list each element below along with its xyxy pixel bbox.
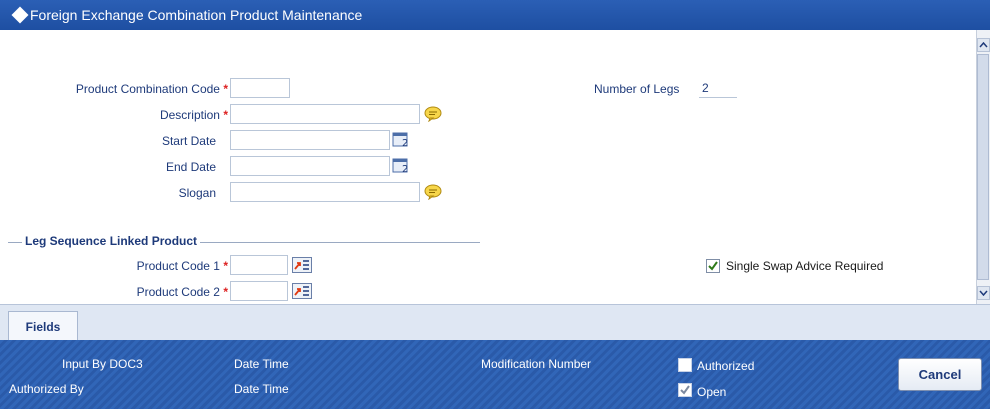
product-code-2-input[interactable] bbox=[230, 281, 288, 301]
speech-bubble-icon[interactable] bbox=[423, 183, 443, 201]
tab-strip: Fields bbox=[0, 304, 990, 341]
product-combination-code-input[interactable] bbox=[230, 78, 290, 98]
open-label: Open bbox=[697, 385, 727, 399]
diamond-icon bbox=[11, 6, 29, 24]
description-label: Description * bbox=[40, 108, 228, 122]
modification-number-label: Modification Number bbox=[481, 357, 592, 371]
scrollbar-thumb[interactable] bbox=[977, 54, 989, 280]
tab-fields[interactable]: Fields bbox=[8, 311, 78, 341]
checkmark-icon bbox=[708, 261, 718, 271]
speech-bubble-icon[interactable] bbox=[423, 105, 443, 123]
input-by-label: Input By DOC3 bbox=[62, 357, 143, 371]
authorized-label: Authorized bbox=[697, 359, 755, 373]
open-checkbox bbox=[678, 383, 692, 397]
chevron-down-icon[interactable] bbox=[977, 286, 990, 300]
calendar-icon[interactable]: 2 bbox=[391, 157, 411, 175]
svg-text:2: 2 bbox=[402, 164, 408, 174]
label-text: Description bbox=[159, 108, 220, 122]
label-text: Product Code 2 bbox=[136, 285, 220, 299]
product-code-1-label: Product Code 1 * bbox=[40, 259, 228, 273]
single-swap-advice-label: Single Swap Advice Required bbox=[726, 259, 884, 273]
product-combination-code-label: Product Combination Code * bbox=[40, 82, 228, 96]
product-code-1-input[interactable] bbox=[230, 255, 288, 275]
required-marker: * bbox=[223, 259, 228, 273]
slogan-label: Slogan bbox=[178, 186, 216, 200]
end-date-input[interactable] bbox=[230, 156, 390, 176]
window-title: Foreign Exchange Combination Product Mai… bbox=[30, 7, 363, 23]
list-of-values-icon[interactable] bbox=[292, 282, 312, 300]
cancel-button[interactable]: Cancel bbox=[898, 358, 982, 391]
number-of-legs-value: 2 bbox=[699, 81, 737, 98]
number-of-legs-label: Number of Legs bbox=[594, 82, 680, 96]
label-text: Product Combination Code bbox=[75, 82, 220, 96]
required-marker: * bbox=[223, 82, 228, 96]
vertical-scrollbar[interactable] bbox=[976, 30, 990, 304]
single-swap-advice-checkbox[interactable] bbox=[706, 259, 720, 273]
calendar-icon[interactable]: 2 bbox=[391, 131, 411, 149]
svg-text:2: 2 bbox=[402, 138, 408, 148]
description-input[interactable] bbox=[230, 104, 420, 124]
leg-section-title: Leg Sequence Linked Product bbox=[22, 234, 201, 248]
chevron-up-icon[interactable] bbox=[977, 38, 990, 52]
authorized-by-label: Authorized By bbox=[9, 382, 84, 396]
start-date-label: Start Date bbox=[161, 134, 216, 148]
authorized-checkbox bbox=[678, 358, 692, 372]
required-marker: * bbox=[223, 108, 228, 122]
date-time-label: Date Time bbox=[234, 357, 289, 371]
checkmark-icon bbox=[680, 385, 690, 395]
start-date-input[interactable] bbox=[230, 130, 390, 150]
list-of-values-icon[interactable] bbox=[292, 256, 312, 274]
audit-footer: Input By DOC3 Authorized By Date Time Da… bbox=[0, 340, 990, 409]
end-date-label: End Date bbox=[165, 160, 216, 174]
date-time-label: Date Time bbox=[234, 382, 289, 396]
label-text: Product Code 1 bbox=[136, 259, 220, 273]
form-panel: Product Combination Code * Number of Leg… bbox=[0, 30, 976, 304]
product-code-2-label: Product Code 2 * bbox=[40, 285, 228, 299]
required-marker: * bbox=[223, 285, 228, 299]
slogan-input[interactable] bbox=[230, 182, 420, 202]
